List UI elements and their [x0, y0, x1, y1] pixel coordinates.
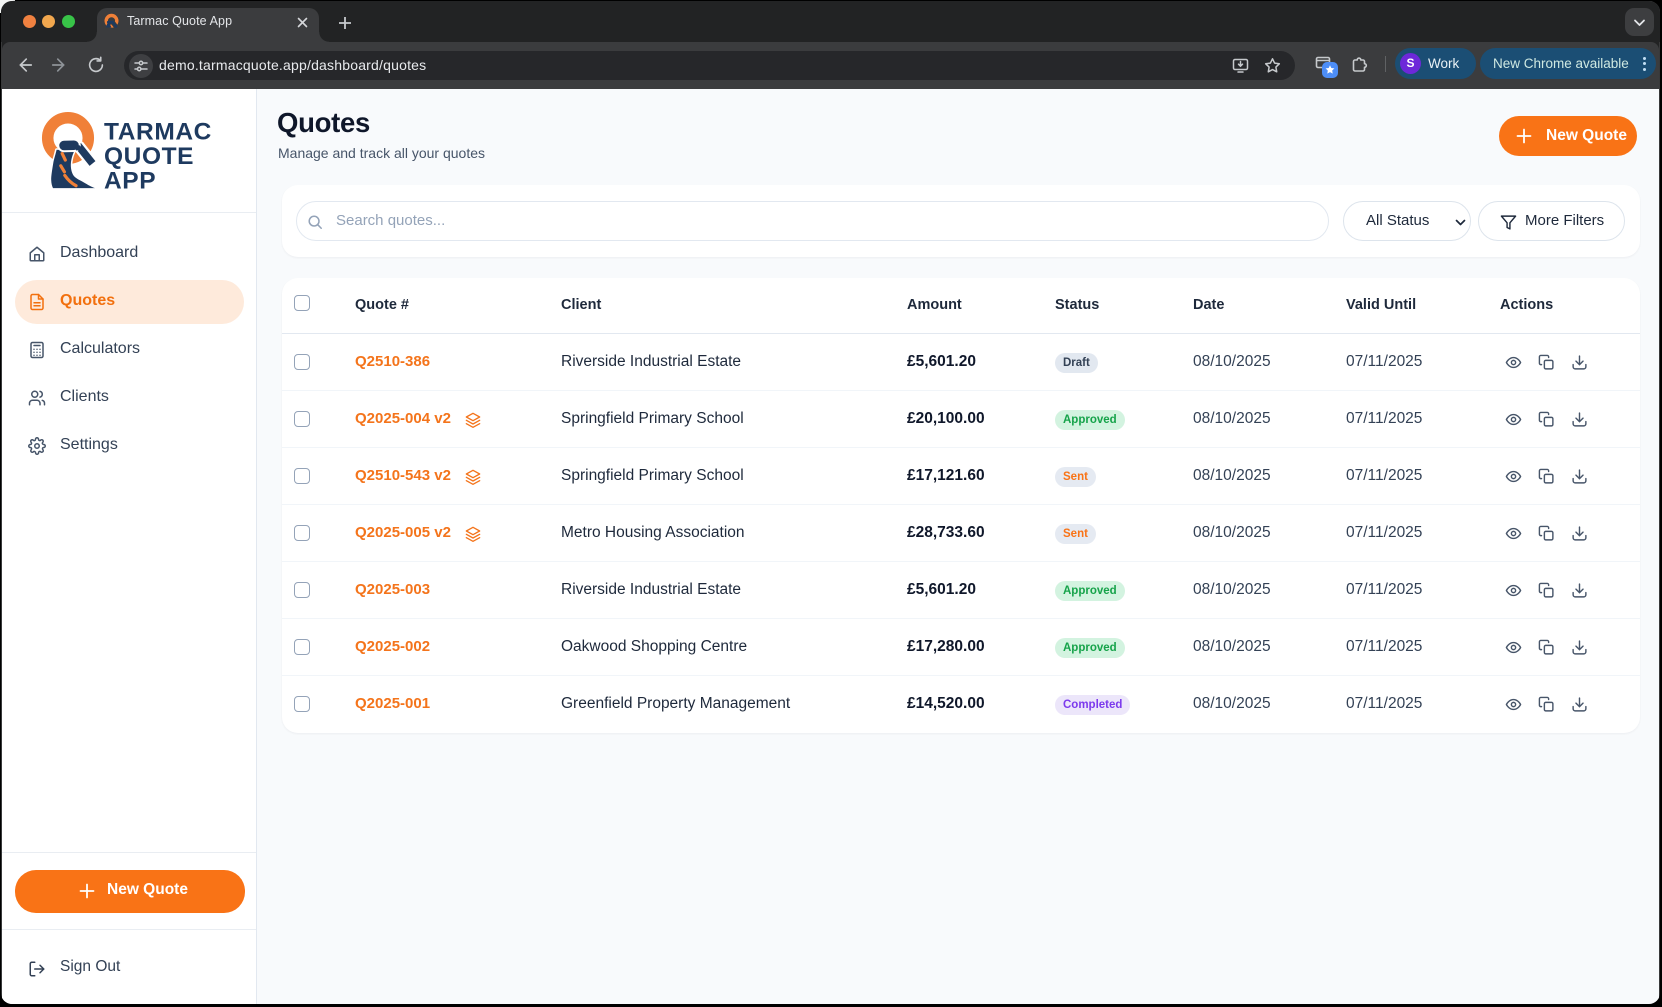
svg-text:QUOTE: QUOTE: [104, 143, 194, 170]
svg-text:TARMAC: TARMAC: [104, 119, 212, 146]
svg-text:APP: APP: [104, 168, 156, 195]
